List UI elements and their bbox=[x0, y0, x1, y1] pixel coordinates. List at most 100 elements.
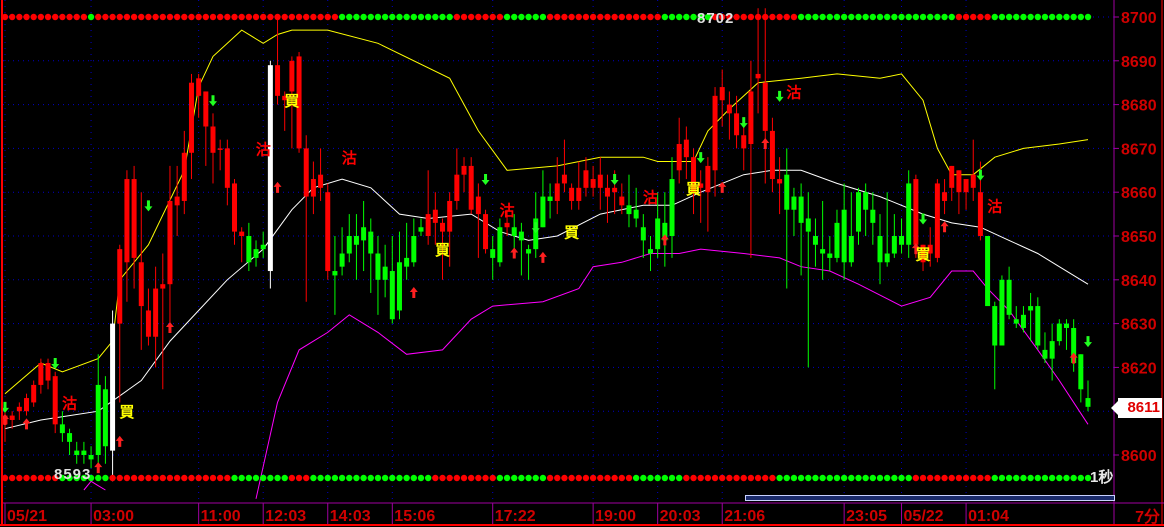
bottom-state-dot bbox=[467, 474, 475, 482]
x-tick-label: 19:00 bbox=[595, 508, 636, 525]
candle-body bbox=[239, 231, 245, 236]
candle-body bbox=[275, 65, 281, 96]
candle bbox=[540, 170, 546, 228]
y-tick-label: 8650 bbox=[1121, 229, 1157, 246]
candle-body bbox=[798, 196, 804, 223]
bottom-state-dot bbox=[546, 474, 554, 482]
candle-body bbox=[1085, 398, 1091, 407]
bottom-state-dot bbox=[740, 474, 747, 482]
candle bbox=[985, 236, 991, 307]
top-state-dot bbox=[640, 13, 647, 21]
candle bbox=[956, 170, 962, 215]
bottom-state-dot bbox=[1056, 474, 1063, 482]
candle bbox=[88, 446, 94, 469]
candle-body bbox=[540, 196, 546, 228]
candle bbox=[870, 192, 876, 245]
top-state-dot bbox=[267, 13, 274, 21]
candle-body bbox=[870, 209, 876, 223]
top-state-dot bbox=[1027, 13, 1034, 21]
candle-body bbox=[432, 209, 438, 223]
candle bbox=[827, 236, 833, 272]
top-state-dot bbox=[482, 13, 489, 21]
bottom-state-dot bbox=[862, 474, 869, 482]
candle-body bbox=[224, 148, 230, 188]
candle-body bbox=[9, 415, 15, 420]
bottom-state-dot bbox=[1041, 474, 1049, 482]
x-tick-label: 20:03 bbox=[660, 508, 701, 525]
signal-marks: 沽沽 沽沽沽沽沽買買買買買買 bbox=[1, 83, 1092, 474]
candle-body bbox=[45, 363, 51, 381]
top-state-dot bbox=[1048, 13, 1056, 21]
tick-interval-label: 1秒 bbox=[1090, 469, 1114, 486]
top-state-dot bbox=[1020, 13, 1027, 21]
top-state-dot bbox=[754, 13, 762, 21]
bottom-state-dot bbox=[704, 474, 712, 482]
candle-body bbox=[518, 231, 524, 241]
top-state-dot bbox=[216, 13, 224, 21]
up-arrow-icon bbox=[94, 462, 103, 474]
candle bbox=[576, 161, 582, 210]
bottom-state-dot bbox=[747, 474, 755, 482]
bottom-state-dot bbox=[16, 474, 23, 482]
bottom-state-dot bbox=[138, 474, 145, 482]
candle bbox=[483, 209, 489, 254]
y-tick-label: 8620 bbox=[1121, 360, 1157, 377]
candle-body bbox=[827, 253, 833, 258]
candle bbox=[583, 157, 589, 197]
top-state-dot bbox=[303, 13, 310, 21]
candle bbox=[877, 214, 883, 285]
bottom-state-dot bbox=[360, 474, 367, 482]
bottom-state-dot bbox=[819, 474, 826, 482]
candle bbox=[124, 170, 130, 302]
bottom-state-dot bbox=[632, 474, 640, 482]
bottom-state-dot bbox=[109, 474, 116, 482]
candle-body bbox=[203, 91, 209, 127]
candle bbox=[1078, 354, 1084, 403]
candle-body bbox=[970, 174, 976, 188]
candle-body bbox=[863, 192, 869, 210]
candle bbox=[769, 117, 775, 193]
candle-body bbox=[769, 130, 775, 180]
candle-body bbox=[511, 227, 517, 236]
bottom-state-dot bbox=[460, 474, 468, 482]
top-state-dot bbox=[668, 13, 676, 21]
candle-body bbox=[59, 424, 65, 434]
top-state-dot bbox=[1070, 13, 1077, 21]
bottom-state-dot bbox=[281, 474, 288, 482]
candle-body bbox=[303, 148, 309, 197]
top-state-dot bbox=[740, 13, 747, 21]
down-arrow-icon bbox=[775, 90, 784, 102]
top-state-dot bbox=[848, 13, 855, 21]
top-state-dot bbox=[245, 13, 253, 21]
buy-signal-label: 買 bbox=[686, 180, 701, 198]
candle-body bbox=[31, 384, 37, 403]
candle-body bbox=[569, 187, 575, 201]
candle-body bbox=[1028, 306, 1034, 311]
bottom-state-dot bbox=[970, 474, 977, 482]
bottom-state-dot bbox=[159, 474, 166, 482]
period-selector[interactable]: 7分 bbox=[1135, 503, 1160, 527]
top-state-dot bbox=[819, 13, 826, 21]
candle-body bbox=[396, 262, 402, 311]
sell-signal-label: 沽 bbox=[256, 140, 271, 158]
bottom-state-dot bbox=[912, 474, 920, 482]
bottom-state-dot bbox=[8, 474, 16, 482]
candle-body bbox=[332, 271, 338, 276]
candle bbox=[267, 60, 273, 289]
candle-body bbox=[655, 218, 661, 250]
top-state-dot bbox=[611, 13, 618, 21]
bottom-state-dot bbox=[697, 474, 704, 482]
candle-body bbox=[554, 183, 560, 201]
candle bbox=[468, 157, 474, 215]
buy-signal-label: 買 bbox=[284, 92, 299, 110]
chart-scrollbar[interactable] bbox=[745, 495, 1115, 501]
candle bbox=[526, 244, 532, 280]
bottom-state-dot bbox=[410, 474, 418, 482]
sell-signal-label: 沽 bbox=[62, 394, 77, 412]
top-state-dot bbox=[424, 13, 432, 21]
candle bbox=[153, 266, 159, 368]
top-state-dot bbox=[862, 13, 869, 21]
candle bbox=[640, 214, 646, 258]
top-state-dot bbox=[367, 13, 374, 21]
top-state-dot bbox=[274, 13, 281, 21]
